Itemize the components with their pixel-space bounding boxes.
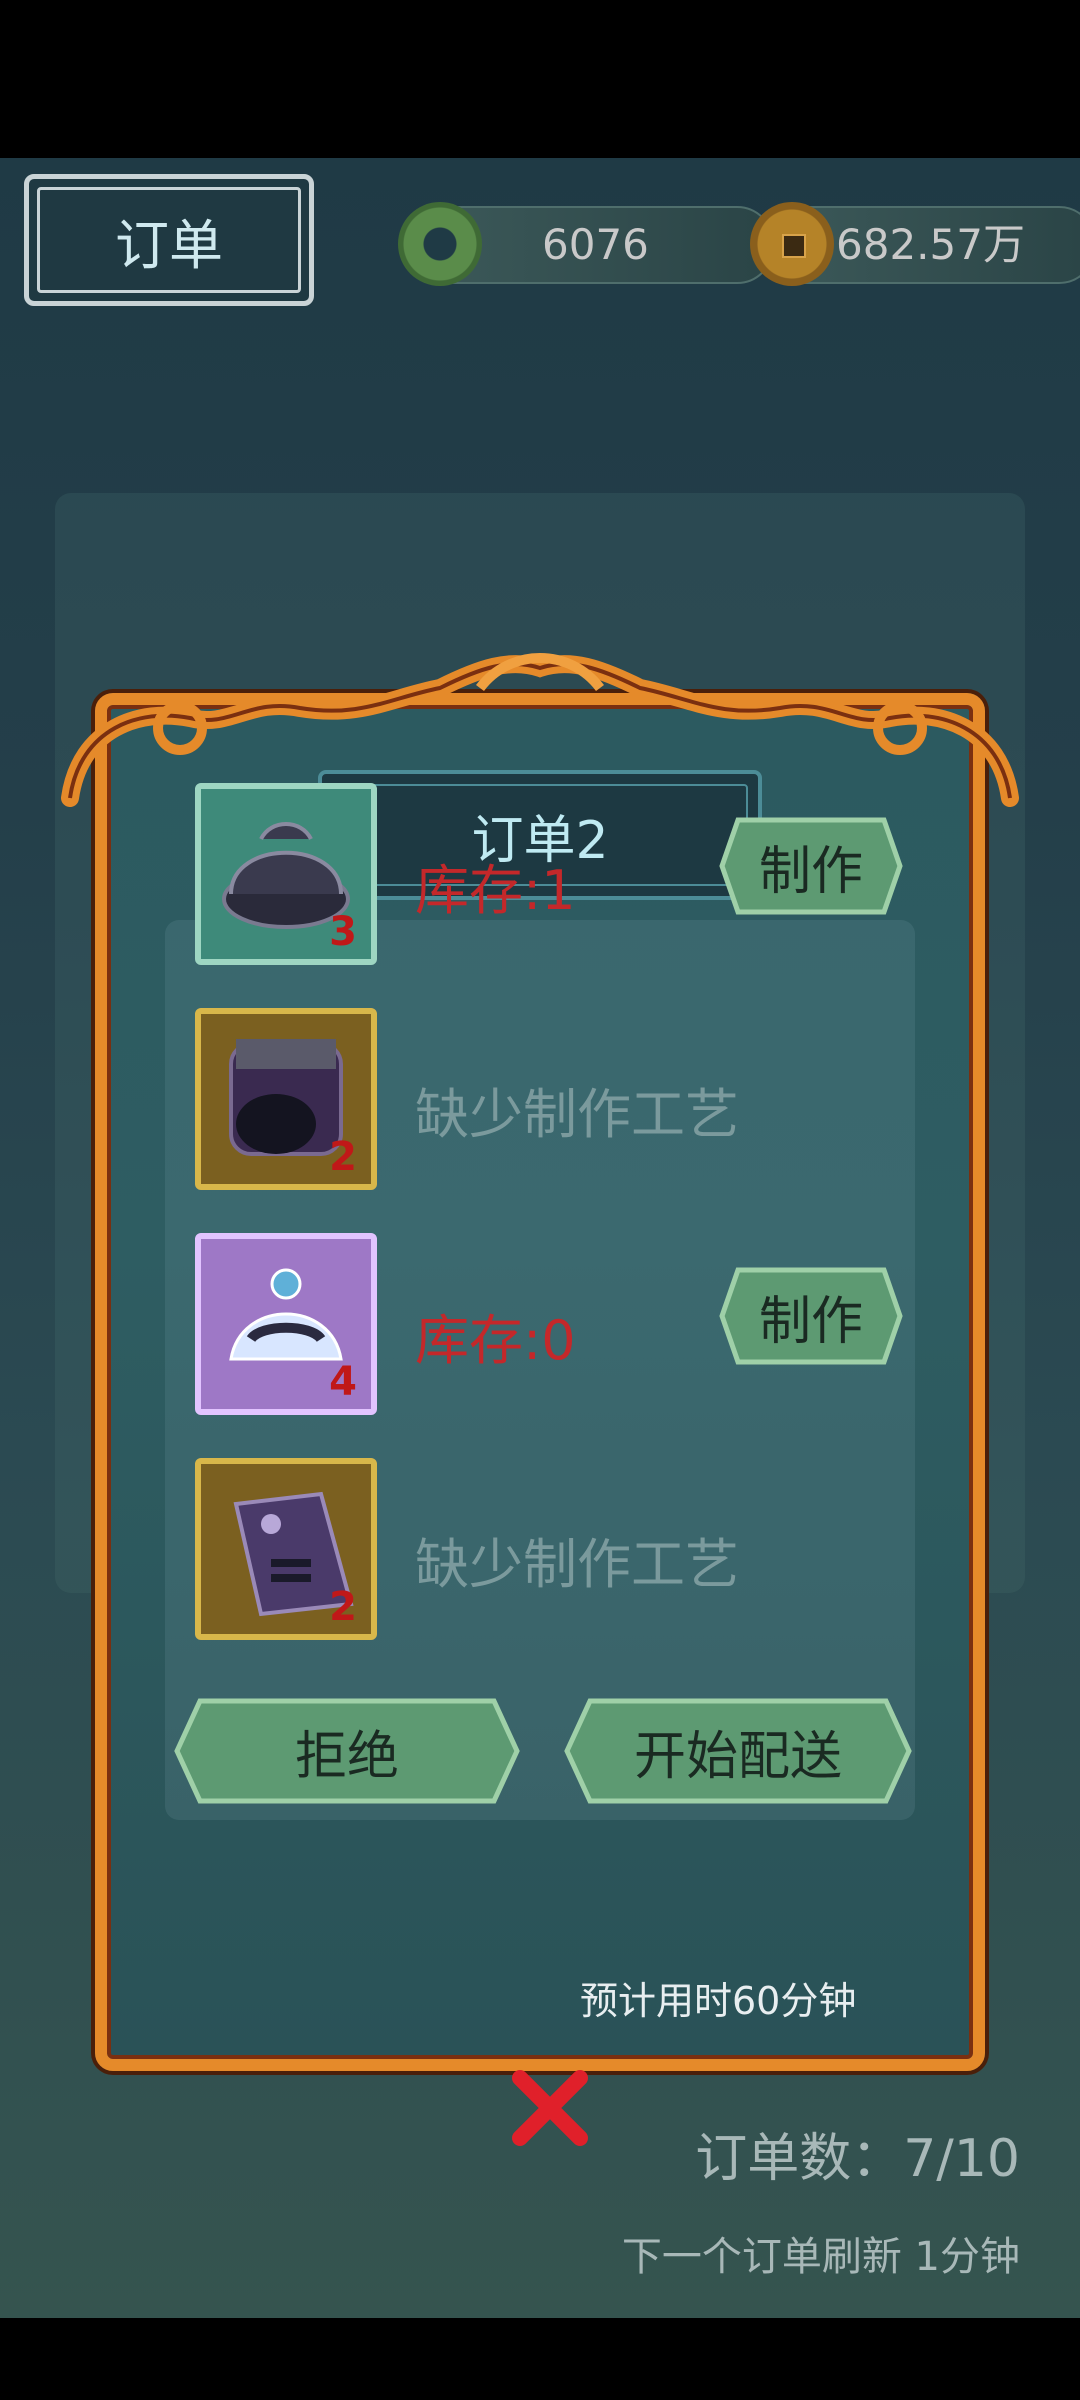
craft-button-3[interactable]: 制作 xyxy=(718,1266,904,1366)
craft-button-1[interactable]: 制作 xyxy=(718,816,904,916)
reject-button-label: 拒绝 xyxy=(294,1726,399,1787)
reject-button[interactable]: 拒绝 xyxy=(172,1696,522,1806)
item-slot-4[interactable]: 2 xyxy=(195,1458,377,1640)
coin-value: 682.57万 xyxy=(836,220,1025,269)
close-icon[interactable] xyxy=(505,2063,595,2153)
refresh-timer: 下一个订单刷新 1分钟 xyxy=(621,2234,1020,2280)
start-delivery-button[interactable]: 开始配送 xyxy=(562,1696,914,1806)
item-missing-status: 缺少制作工艺 xyxy=(415,1083,739,1146)
page-title: 订单 xyxy=(115,213,223,277)
item-slot-1[interactable]: 3 xyxy=(195,783,377,965)
page-title-plate: 订单 xyxy=(24,174,314,306)
jade-currency: 6076 xyxy=(398,202,774,286)
jade-value: 6076 xyxy=(542,220,649,269)
start-delivery-label: 开始配送 xyxy=(633,1726,842,1787)
order-count: 订单数：7/10 xyxy=(695,2129,1020,2189)
game-screen: 订单 6076 682.57万 订单2 3 库存:1 制作 2 缺少制作工艺 4… xyxy=(0,158,1080,2318)
coin-icon xyxy=(750,202,834,286)
item-quantity: 2 xyxy=(329,1134,357,1180)
estimated-time: 预计用时60分钟 xyxy=(580,1979,857,2023)
item-quantity: 4 xyxy=(329,1359,357,1405)
coin-currency: 682.57万 xyxy=(750,202,1080,286)
system-nav-bar xyxy=(0,2318,1080,2400)
item-stock-status: 库存:1 xyxy=(415,859,576,922)
craft-button-label: 制作 xyxy=(758,841,863,902)
item-quantity: 3 xyxy=(329,909,357,955)
item-quantity: 2 xyxy=(329,1584,357,1630)
jade-icon xyxy=(398,202,482,286)
item-missing-status: 缺少制作工艺 xyxy=(415,1533,739,1596)
item-stock-status: 库存:0 xyxy=(415,1309,576,1372)
item-slot-2[interactable]: 2 xyxy=(195,1008,377,1190)
item-slot-3[interactable]: 4 xyxy=(195,1233,377,1415)
craft-button-label: 制作 xyxy=(758,1291,863,1352)
